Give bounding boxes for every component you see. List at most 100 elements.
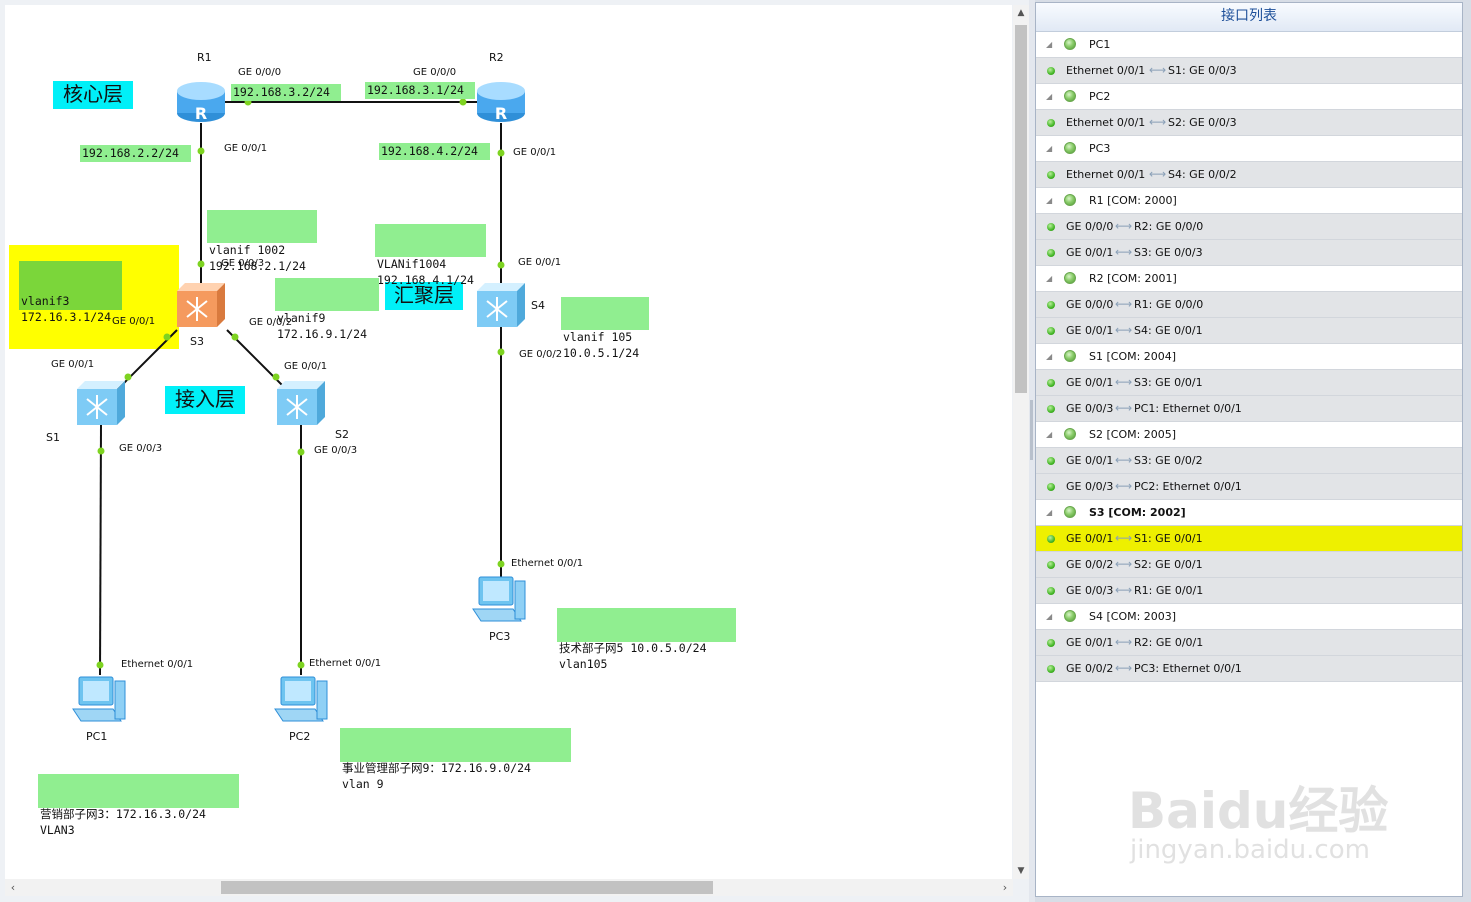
interface-row[interactable]: Ethernet 0/0/1 ⟷ S2: GE 0/0/3 (1036, 110, 1462, 136)
splitter-grip-icon[interactable] (1030, 400, 1033, 460)
interface-row[interactable]: GE 0/0/2 ⟷ S2: GE 0/0/1 (1036, 552, 1462, 578)
interface-row-selected[interactable]: GE 0/0/1 ⟷ S1: GE 0/0/1 (1036, 526, 1462, 552)
device-row-label: PC3 (1089, 142, 1111, 155)
port-label-s1-g1: GE 0/0/1 (51, 359, 95, 370)
device-row[interactable]: ◢ R2 [COM: 2001] (1036, 266, 1462, 292)
interface-local: GE 0/0/2 (1066, 662, 1114, 675)
device-status-icon (1064, 506, 1076, 518)
link-s1-pc1 (99, 424, 102, 676)
device-row[interactable]: ◢ PC1 (1036, 32, 1462, 58)
watermark-url: jingyan.baidu.com (1130, 835, 1370, 865)
device-label-s3: S3 (190, 335, 204, 348)
interface-remote: R2: GE 0/0/0 (1134, 220, 1204, 233)
interface-row[interactable]: GE 0/0/2 ⟷ PC3: Ethernet 0/0/1 (1036, 656, 1462, 682)
interface-remote: S3: GE 0/0/2 (1134, 454, 1203, 467)
port-label-r1-g1: GE 0/0/1 (224, 143, 268, 154)
interface-remote: R2: GE 0/0/1 (1134, 636, 1204, 649)
link-status-icon (1047, 457, 1055, 465)
interface-local: GE 0/0/3 (1066, 584, 1114, 597)
expand-triangle-icon[interactable]: ◢ (1046, 84, 1052, 109)
link-arrow-icon: ⟷ (1115, 219, 1133, 233)
device-row[interactable]: ◢ S3 [COM: 2002] (1036, 500, 1462, 526)
device-row[interactable]: ◢ R1 [COM: 2000] (1036, 188, 1462, 214)
device-row[interactable]: ◢ S2 [COM: 2005] (1036, 422, 1462, 448)
expand-triangle-icon[interactable]: ◢ (1046, 32, 1052, 57)
scroll-left-icon[interactable]: ‹ (5, 879, 21, 896)
device-row-label: S3 [COM: 2002] (1089, 506, 1186, 519)
interface-list: ◢ PC1 Ethernet 0/0/1 ⟷ S1: GE 0/0/3 ◢ PC2 Ether… (1036, 32, 1462, 682)
link-status-icon (1047, 587, 1055, 595)
scroll-down-icon[interactable]: ▼ (1013, 863, 1029, 879)
expand-triangle-icon[interactable]: ◢ (1046, 344, 1052, 369)
device-label-s2: S2 (335, 428, 349, 441)
port-label-pc3-e: Ethernet 0/0/1 (511, 558, 584, 569)
link-status-icon (1047, 249, 1055, 257)
interface-local: GE 0/0/1 (1066, 376, 1114, 389)
interface-row[interactable]: GE 0/0/1 ⟷ S3: GE 0/0/2 (1036, 448, 1462, 474)
interface-remote: S1: GE 0/0/3 (1168, 64, 1237, 77)
interface-row[interactable]: GE 0/0/0 ⟷ R1: GE 0/0/0 (1036, 292, 1462, 318)
ip-label-vlanif1004: VLANif1004 192.168.4.1/24 (375, 224, 486, 287)
expand-triangle-icon[interactable]: ◢ (1046, 500, 1052, 525)
topology-canvas-area: R R R1 R2 S3 S4 S1 S2 PC3 PC1 PC2 GE 0/0… (0, 0, 1031, 902)
interface-row[interactable]: GE 0/0/3 ⟷ R1: GE 0/0/1 (1036, 578, 1462, 604)
device-row-label: S4 [COM: 2003] (1089, 610, 1177, 623)
link-status-icon (1047, 483, 1055, 491)
layer-label-access: 接入层 (165, 386, 245, 414)
interface-row[interactable]: GE 0/0/3 ⟷ PC1: Ethernet 0/0/1 (1036, 396, 1462, 422)
link-arrow-icon: ⟷ (1115, 297, 1133, 311)
interface-remote: PC3: Ethernet 0/0/1 (1134, 662, 1242, 675)
interface-row[interactable]: GE 0/0/1 ⟷ R2: GE 0/0/1 (1036, 630, 1462, 656)
interface-row[interactable]: Ethernet 0/0/1 ⟷ S1: GE 0/0/3 (1036, 58, 1462, 84)
link-status-icon (1047, 171, 1055, 179)
horizontal-scrollbar[interactable]: ‹ › (5, 879, 1013, 896)
link-arrow-icon: ⟷ (1149, 167, 1167, 181)
port-label-pc2-e: Ethernet 0/0/1 (309, 658, 382, 669)
link-status-icon (1047, 535, 1055, 543)
interface-row[interactable]: GE 0/0/3 ⟷ PC2: Ethernet 0/0/1 (1036, 474, 1462, 500)
device-label-r1: R1 (197, 51, 212, 64)
device-row[interactable]: ◢ PC2 (1036, 84, 1462, 110)
scroll-up-icon[interactable]: ▲ (1013, 5, 1029, 21)
port-label-s4-g2: GE 0/0/2 (519, 349, 563, 360)
device-row[interactable]: ◢ S1 [COM: 2004] (1036, 344, 1462, 370)
subnet-label-pc1: 营销部子网3：172.16.3.0/24 VLAN3 (38, 774, 239, 837)
device-row[interactable]: ◢ PC3 (1036, 136, 1462, 162)
horizontal-scroll-thumb[interactable] (221, 881, 713, 894)
interface-local: Ethernet 0/0/1 (1066, 168, 1146, 181)
link-status-icon (1047, 665, 1055, 673)
device-row[interactable]: ◢ S4 [COM: 2003] (1036, 604, 1462, 630)
device-status-icon (1064, 610, 1076, 622)
vertical-scroll-thumb[interactable] (1015, 25, 1027, 393)
link-arrow-icon: ⟷ (1115, 661, 1133, 675)
expand-triangle-icon[interactable]: ◢ (1046, 188, 1052, 213)
vertical-scrollbar[interactable]: ▲ ▼ (1013, 5, 1029, 879)
expand-triangle-icon[interactable]: ◢ (1046, 604, 1052, 629)
ip-label-r1-g1: 192.168.2.2/24 (80, 145, 191, 162)
topology-canvas[interactable]: R R R1 R2 S3 S4 S1 S2 PC3 PC1 PC2 GE 0/0… (5, 5, 1012, 879)
link-status-icon (1047, 327, 1055, 335)
port-label-s1-g3: GE 0/0/3 (119, 443, 163, 454)
link-status-icon (1047, 223, 1055, 231)
interface-row[interactable]: GE 0/0/1 ⟷ S4: GE 0/0/1 (1036, 318, 1462, 344)
ip-label-vlanif105: vlanif 105 10.0.5.1/24 (561, 297, 649, 360)
device-status-icon (1064, 194, 1076, 206)
interface-row[interactable]: GE 0/0/0 ⟷ R2: GE 0/0/0 (1036, 214, 1462, 240)
scroll-right-icon[interactable]: › (997, 879, 1013, 896)
interface-row[interactable]: GE 0/0/1 ⟷ S3: GE 0/0/1 (1036, 370, 1462, 396)
interface-local: GE 0/0/3 (1066, 480, 1114, 493)
interface-remote: S2: GE 0/0/1 (1134, 558, 1203, 571)
link-arrow-icon: ⟷ (1115, 635, 1133, 649)
expand-triangle-icon[interactable]: ◢ (1046, 266, 1052, 291)
interface-remote: S2: GE 0/0/3 (1168, 116, 1237, 129)
device-label-pc2: PC2 (289, 730, 311, 743)
interface-row[interactable]: GE 0/0/1 ⟷ S3: GE 0/0/3 (1036, 240, 1462, 266)
subnet-label-pc2: 事业管理部子网9：172.16.9.0/24 vlan 9 (340, 728, 571, 791)
interface-row[interactable]: Ethernet 0/0/1 ⟷ S4: GE 0/0/2 (1036, 162, 1462, 188)
device-status-icon (1064, 350, 1076, 362)
link-arrow-icon: ⟷ (1115, 531, 1133, 545)
expand-triangle-icon[interactable]: ◢ (1046, 422, 1052, 447)
expand-triangle-icon[interactable]: ◢ (1046, 136, 1052, 161)
interface-remote: PC1: Ethernet 0/0/1 (1134, 402, 1242, 415)
link-status-icon (1047, 639, 1055, 647)
